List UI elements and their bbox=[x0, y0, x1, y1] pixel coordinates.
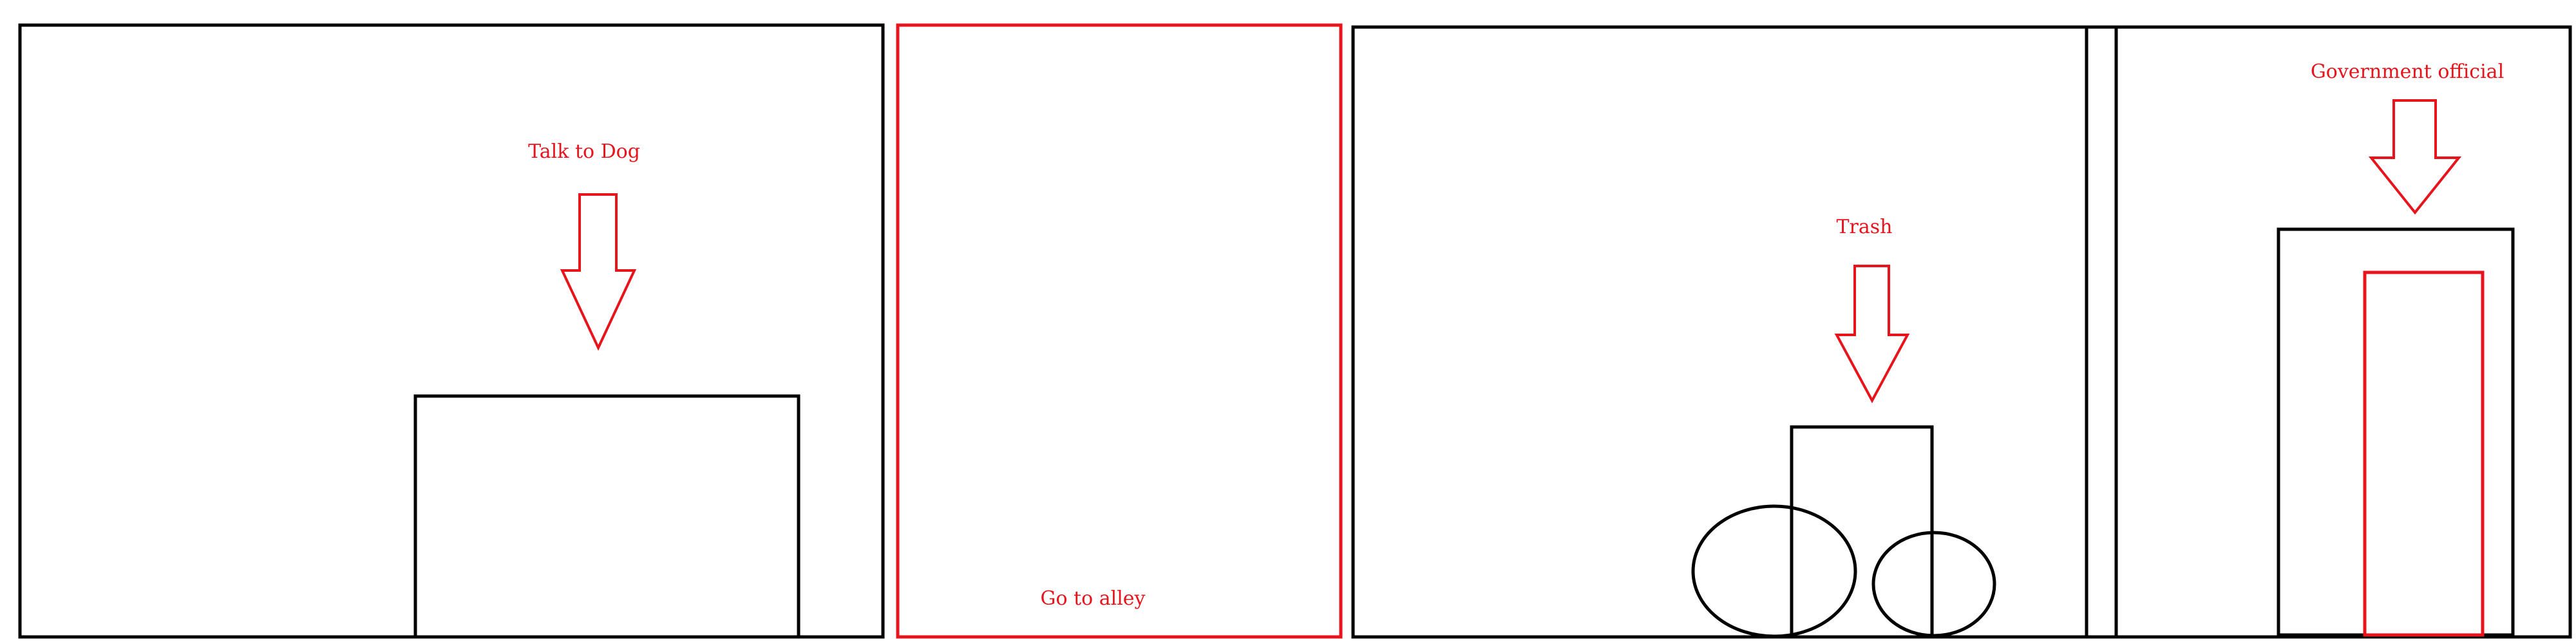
government-official-label: Government official bbox=[2311, 61, 2504, 83]
down-arrow-icon bbox=[560, 193, 637, 351]
trash-label: Trash bbox=[1837, 216, 1893, 238]
storyboard-diagram: Talk to Dog Go to alley Trash Government… bbox=[18, 23, 2572, 639]
down-arrow-icon bbox=[2368, 99, 2462, 215]
talk-to-dog-label: Talk to Dog bbox=[528, 140, 640, 163]
panel-street: Trash Government official bbox=[1351, 25, 2572, 639]
panel-dog-scene: Talk to Dog bbox=[18, 23, 885, 639]
panel-frame bbox=[1351, 25, 2572, 639]
building-doorway bbox=[2277, 227, 2515, 637]
lamp-post bbox=[2085, 25, 2118, 639]
trash-bag-large bbox=[1691, 504, 1857, 638]
trash-bag-small bbox=[1871, 531, 1996, 638]
go-to-alley-zone[interactable] bbox=[896, 23, 1343, 639]
go-to-alley-label: Go to alley bbox=[1041, 587, 1146, 610]
panel-alley: Go to alley bbox=[896, 23, 1343, 639]
down-arrow-icon bbox=[1834, 265, 1910, 404]
trash-can[interactable] bbox=[1790, 425, 1934, 639]
panel-frame bbox=[18, 23, 885, 639]
dog-box[interactable] bbox=[413, 394, 800, 639]
government-official-door[interactable] bbox=[2363, 270, 2485, 637]
